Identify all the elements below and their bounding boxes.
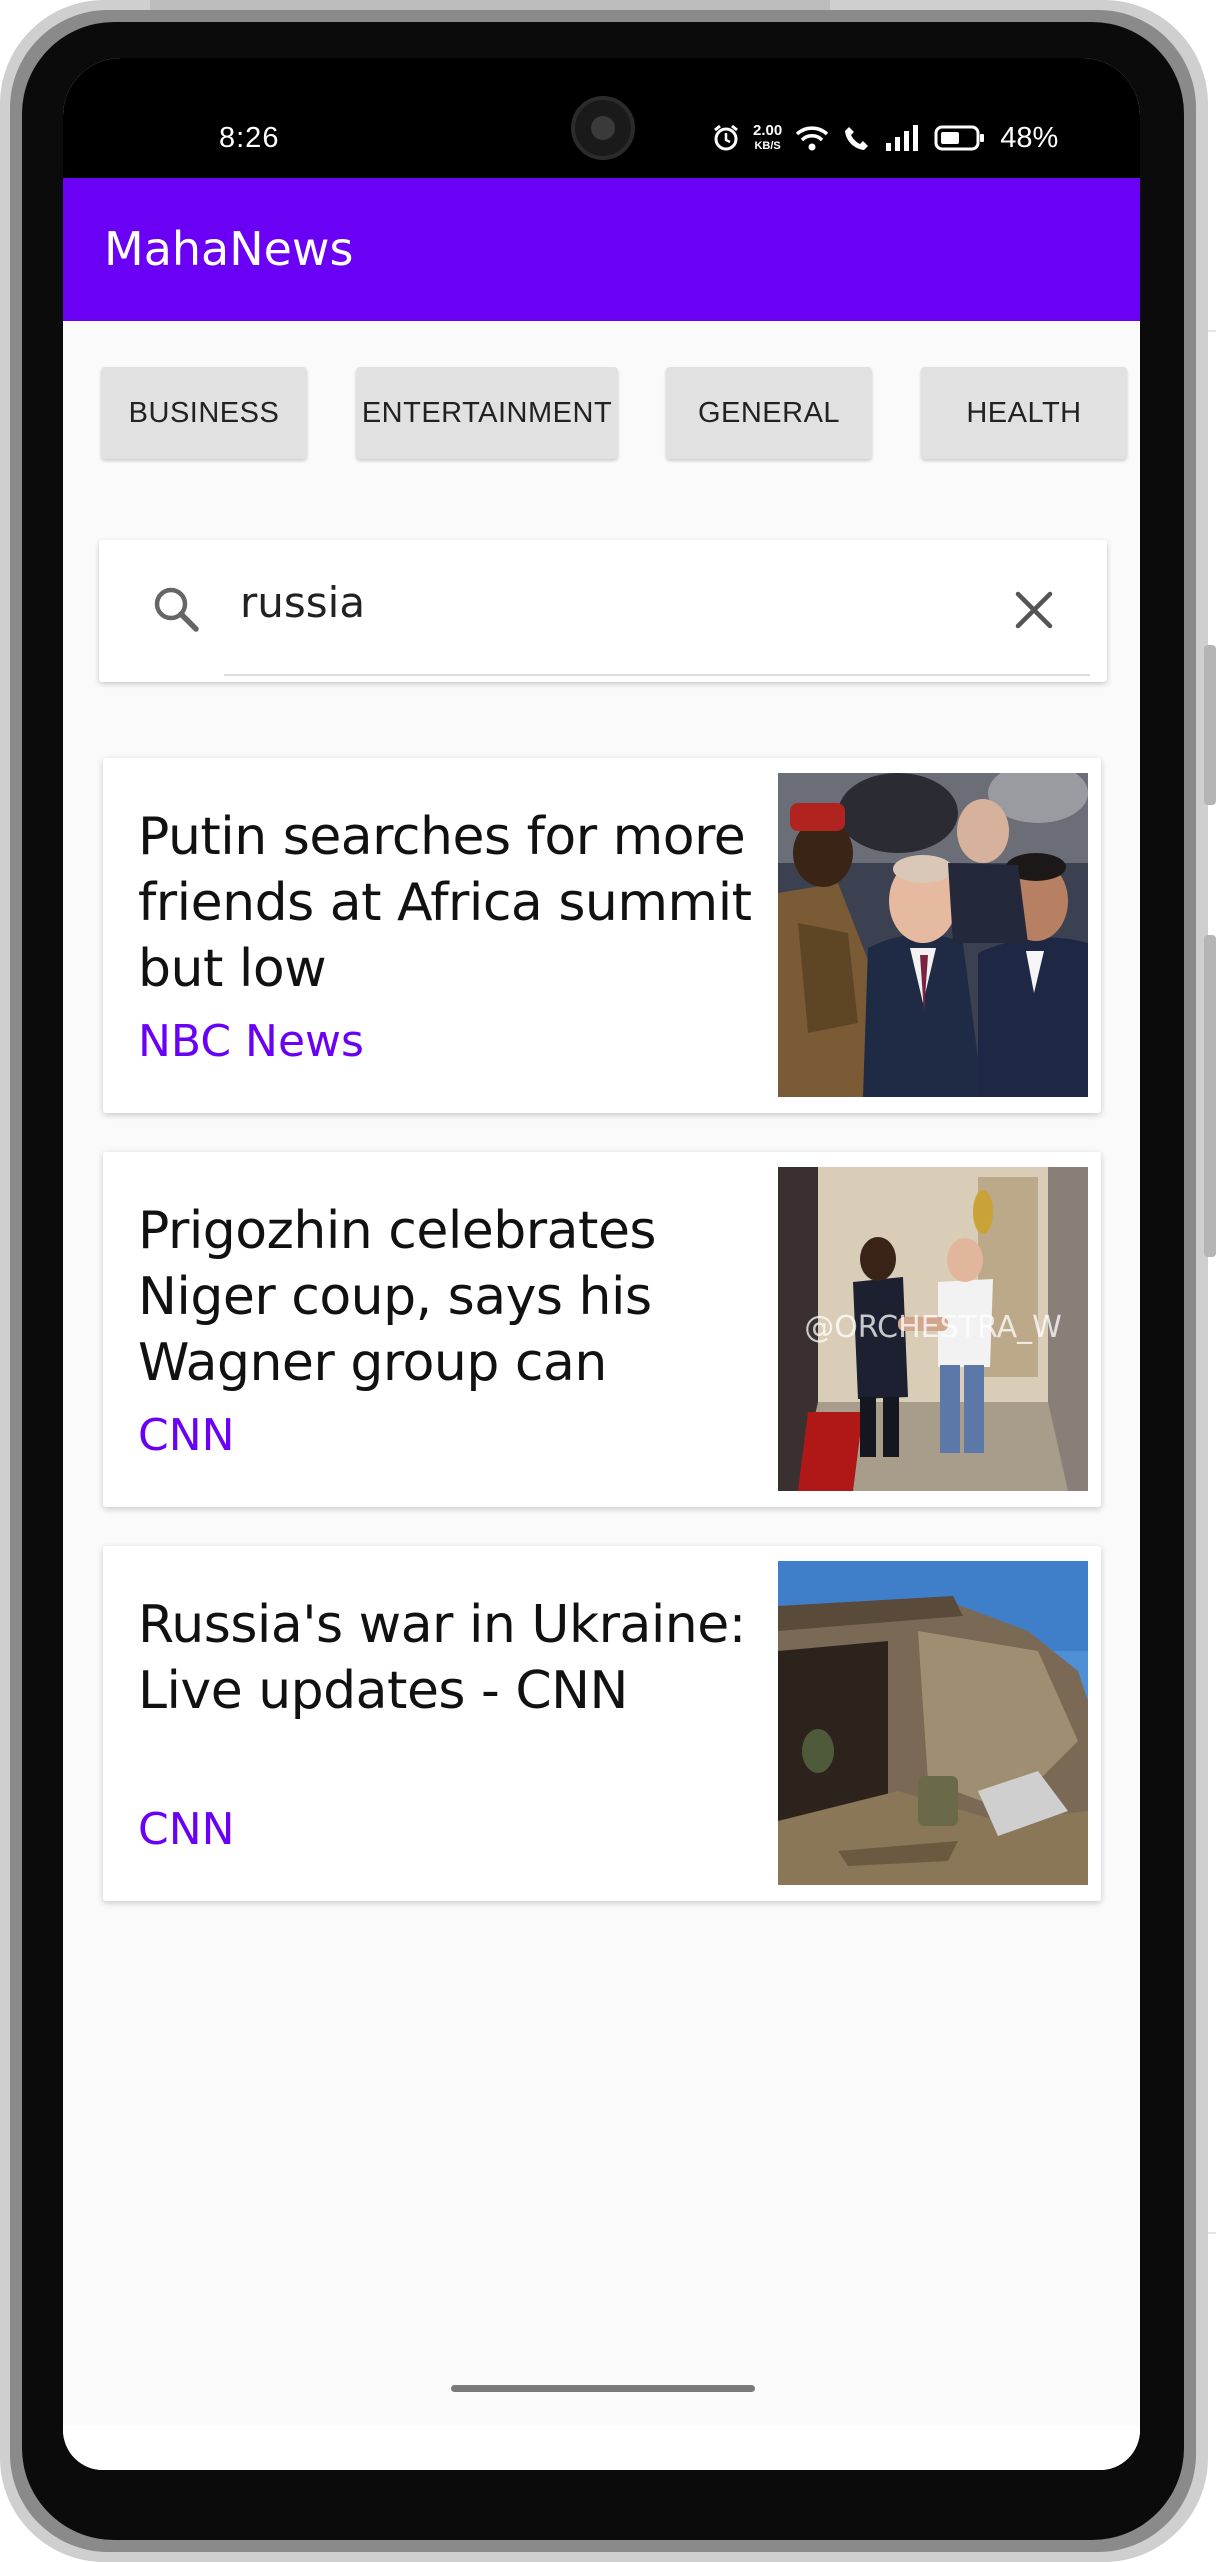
status-time: 8:26 bbox=[219, 122, 280, 154]
search-underline bbox=[224, 674, 1090, 676]
volte-call-icon bbox=[842, 123, 872, 153]
power-button bbox=[1204, 935, 1216, 1257]
clear-search-icon[interactable] bbox=[1014, 590, 1054, 635]
front-camera bbox=[571, 96, 635, 160]
category-general-button[interactable]: GENERAL bbox=[666, 367, 872, 459]
wifi-icon bbox=[794, 123, 830, 153]
search-input[interactable]: russia bbox=[240, 578, 365, 627]
gesture-handle[interactable] bbox=[451, 2385, 755, 2392]
volume-button bbox=[1204, 645, 1216, 805]
news-card-title: Prigozhin celebrates Niger coup, says hi… bbox=[138, 1201, 657, 1393]
news-card-title: Russia's war in Ukraine: Live updates - … bbox=[138, 1595, 746, 1721]
signal-icon bbox=[884, 123, 922, 153]
category-business-button[interactable]: BUSINESS bbox=[101, 367, 307, 459]
app-title: MahaNews bbox=[104, 222, 354, 276]
category-entertainment-button[interactable]: ENTERTAINMENT bbox=[356, 367, 618, 459]
news-card-image bbox=[778, 773, 1088, 1097]
news-card-image bbox=[778, 1561, 1088, 1885]
search-bar: russia bbox=[99, 540, 1107, 682]
image-watermark: @ORCHESTRA_W bbox=[804, 1310, 1062, 1345]
news-card-source: NBC News bbox=[138, 1016, 364, 1067]
news-card[interactable]: Prigozhin celebrates Niger coup, says hi… bbox=[103, 1152, 1101, 1507]
navigation-strip bbox=[63, 2425, 1140, 2470]
news-card-title: Putin searches for more friends at Afric… bbox=[138, 807, 752, 999]
app-bar: MahaNews bbox=[63, 178, 1140, 321]
status-bar: 8:26 2.00 KB/S 48% bbox=[63, 58, 1140, 178]
news-card-image: @ORCHESTRA_W bbox=[778, 1167, 1088, 1491]
network-speed: 2.00 KB/S bbox=[753, 121, 783, 153]
network-speed-unit: KB/S bbox=[754, 139, 781, 152]
category-bar: BUSINESS ENTERTAINMENT GENERAL HEALTH bbox=[63, 367, 1140, 459]
category-health-button[interactable]: HEALTH bbox=[921, 367, 1127, 459]
news-card-source: CNN bbox=[138, 1410, 235, 1461]
news-card-source: CNN bbox=[138, 1804, 235, 1855]
status-icons: 2.00 KB/S 48% bbox=[711, 118, 1058, 158]
phone-screen: 8:26 2.00 KB/S 48% MahaNews BUSINESS ENT… bbox=[63, 58, 1140, 2470]
search-icon[interactable] bbox=[151, 584, 201, 639]
news-card[interactable]: Russia's war in Ukraine: Live updates - … bbox=[103, 1546, 1101, 1901]
news-card[interactable]: Putin searches for more friends at Afric… bbox=[103, 758, 1101, 1113]
alarm-icon bbox=[711, 123, 741, 153]
battery-percentage: 48% bbox=[1000, 121, 1059, 154]
battery-icon bbox=[934, 124, 986, 152]
network-speed-value: 2.00 bbox=[753, 121, 783, 139]
